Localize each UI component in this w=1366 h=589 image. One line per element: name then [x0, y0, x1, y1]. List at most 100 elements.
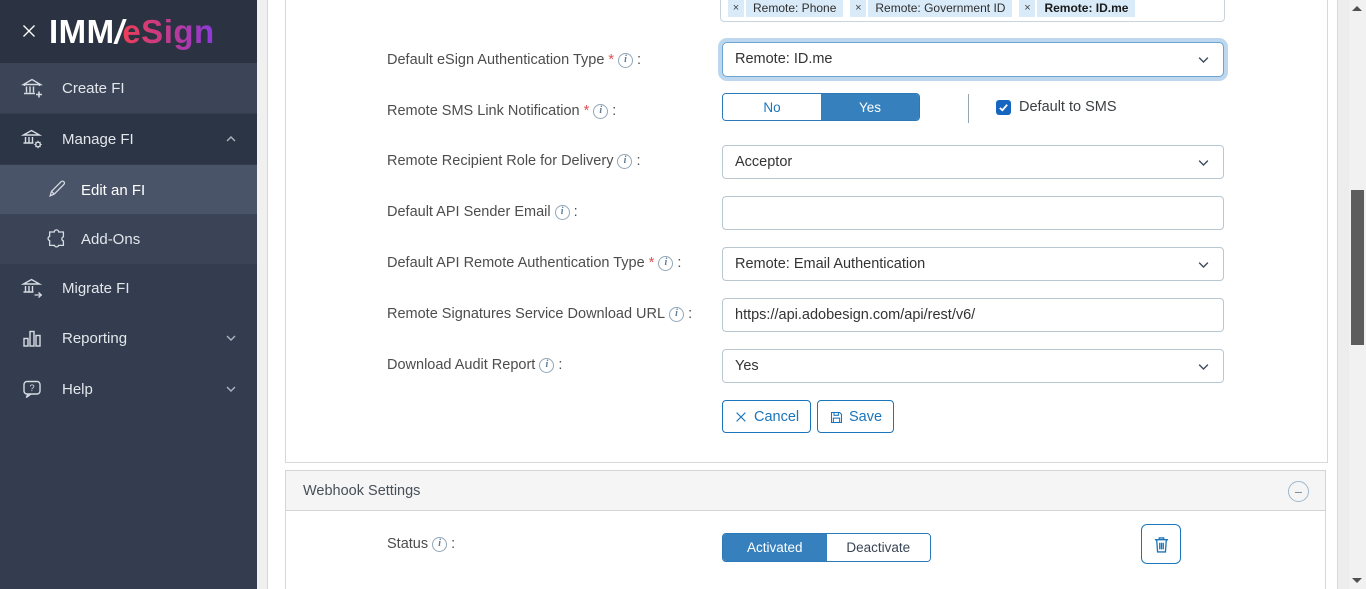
- chip-remove-icon[interactable]: ×: [1019, 0, 1035, 17]
- svg-text:?: ?: [29, 383, 34, 394]
- label-text: Download Audit Report: [387, 357, 535, 373]
- cancel-button[interactable]: Cancel: [722, 400, 811, 433]
- remote-recipient-role-select[interactable]: Acceptor: [722, 145, 1224, 179]
- info-icon[interactable]: i: [593, 104, 608, 119]
- info-icon[interactable]: i: [658, 256, 673, 271]
- sidebar-item-manage-fi[interactable]: Manage FI: [0, 114, 257, 164]
- sidebar-item-reporting[interactable]: Reporting: [0, 313, 257, 363]
- field-label-remote-sms-link-notification: Remote SMS Link Notification*i:: [387, 101, 616, 121]
- status-deactivate-button[interactable]: Deactivate: [827, 534, 931, 561]
- puzzle-icon: [46, 227, 70, 251]
- help-bubble-icon: ?: [20, 377, 44, 401]
- bar-chart-icon: [20, 326, 44, 350]
- download-audit-report-select[interactable]: Yes: [722, 349, 1224, 383]
- chevron-down-icon: [1196, 257, 1211, 272]
- sidebar-item-label: Add-Ons: [81, 231, 140, 248]
- select-value: Remote: ID.me: [735, 43, 833, 75]
- status-activated-button[interactable]: Activated: [723, 534, 827, 561]
- sidebar-header: IMM/eSign: [0, 0, 257, 63]
- page-scrollbar[interactable]: [1349, 0, 1366, 589]
- sidebar-item-create-fi[interactable]: Create FI: [0, 63, 257, 113]
- remote-signatures-download-url-field[interactable]: [723, 299, 1223, 331]
- default-to-sms-checkbox[interactable]: [996, 100, 1011, 115]
- bank-plus-icon: [20, 76, 44, 100]
- webhook-settings-title: Webhook Settings: [303, 471, 420, 510]
- bank-gear-icon: [20, 127, 44, 151]
- esign-auth-types-multiselect[interactable]: × Remote: Phone × Remote: Government ID …: [720, 0, 1225, 22]
- label-colon: :: [636, 153, 640, 169]
- sidebar-item-help[interactable]: ? Help: [0, 364, 257, 414]
- label-colon: :: [574, 204, 578, 220]
- chip-label: Remote: Phone: [746, 0, 843, 17]
- vertical-divider: [968, 94, 969, 123]
- scrollbar-down-arrow[interactable]: [1352, 578, 1362, 583]
- chevron-down-icon: [1196, 359, 1211, 374]
- label-text: Remote Recipient Role for Delivery: [387, 153, 613, 169]
- webhook-status-toggle: Activated Deactivate: [722, 533, 931, 562]
- chip-remote-idme: × Remote: ID.me: [1019, 0, 1135, 17]
- field-label-remote-signatures-download-url: Remote Signatures Service Download URLi:: [387, 304, 692, 324]
- bank-arrow-icon: [20, 276, 44, 300]
- info-icon[interactable]: i: [669, 307, 684, 322]
- info-icon[interactable]: i: [432, 537, 447, 552]
- remote-sms-no-button[interactable]: No: [723, 94, 821, 120]
- info-icon[interactable]: i: [617, 154, 632, 169]
- field-label-default-api-remote-auth-type: Default API Remote Authentication Type*i…: [387, 253, 681, 273]
- sidebar-item-migrate-fi[interactable]: Migrate FI: [0, 263, 257, 313]
- imm-esign-logo: IMM/eSign: [49, 10, 215, 53]
- info-icon[interactable]: i: [618, 53, 633, 68]
- pencil-icon: [46, 178, 70, 202]
- required-asterisk: *: [608, 52, 614, 68]
- chip-remove-icon[interactable]: ×: [728, 0, 744, 17]
- select-value: Yes: [735, 350, 759, 382]
- label-text: Default API Sender Email: [387, 204, 551, 220]
- chip-remove-icon[interactable]: ×: [850, 0, 866, 17]
- label-colon: :: [637, 52, 641, 68]
- select-value: Acceptor: [735, 146, 792, 178]
- label-colon: :: [677, 255, 681, 271]
- chip-label: Remote: ID.me: [1037, 0, 1135, 17]
- chevron-down-icon: [223, 330, 239, 346]
- default-api-sender-email-field-wrap: [722, 196, 1224, 230]
- button-label: Cancel: [754, 409, 799, 425]
- remote-signatures-download-url-field-wrap: [722, 298, 1224, 332]
- button-label: Save: [849, 409, 882, 425]
- floppy-disk-icon: [829, 410, 843, 424]
- default-esign-auth-type-select[interactable]: Remote: ID.me: [722, 42, 1224, 77]
- scrollbar-thumb[interactable]: [1351, 190, 1364, 345]
- scrollbar-up-arrow[interactable]: [1352, 6, 1362, 11]
- content-left-gutter: [257, 0, 268, 589]
- save-button[interactable]: Save: [817, 400, 894, 433]
- chevron-down-icon: [1196, 155, 1211, 170]
- sidebar-close-icon[interactable]: [17, 19, 41, 43]
- info-icon[interactable]: i: [555, 205, 570, 220]
- field-label-default-api-sender-email: Default API Sender Email i:: [387, 202, 578, 222]
- info-icon[interactable]: i: [539, 358, 554, 373]
- sidebar-item-label: Manage FI: [62, 131, 134, 148]
- chevron-down-icon: [1196, 52, 1211, 67]
- default-to-sms-label: Default to SMS: [1019, 99, 1117, 115]
- webhook-settings-header[interactable]: Webhook Settings −: [285, 470, 1326, 511]
- sidebar: IMM/eSign Create FI Manage FI Edit an FI: [0, 0, 257, 589]
- field-label-download-audit-report: Download Audit Report i:: [387, 355, 562, 375]
- sidebar-item-edit-an-fi[interactable]: Edit an FI: [0, 165, 257, 215]
- sidebar-item-add-ons[interactable]: Add-Ons: [0, 214, 257, 264]
- delete-webhook-button[interactable]: [1141, 524, 1181, 564]
- default-api-sender-email-field[interactable]: [723, 197, 1223, 229]
- sidebar-item-label: Create FI: [62, 80, 125, 97]
- label-colon: :: [688, 306, 692, 322]
- label-text: Default eSign Authentication Type: [387, 52, 604, 68]
- label-colon: :: [558, 357, 562, 373]
- logo-esign: eSign: [122, 13, 214, 50]
- app-window: IMM/eSign Create FI Manage FI Edit an FI: [0, 0, 1366, 589]
- remote-sms-yes-button[interactable]: Yes: [821, 94, 919, 120]
- label-colon: :: [612, 103, 616, 119]
- field-label-status: Statusi:: [387, 534, 455, 554]
- collapse-minus-icon[interactable]: −: [1288, 481, 1309, 502]
- label-text: Status: [387, 536, 428, 552]
- chevron-down-icon: [223, 381, 239, 397]
- sidebar-item-label: Reporting: [62, 330, 127, 347]
- default-api-remote-auth-type-select[interactable]: Remote: Email Authentication: [722, 247, 1224, 281]
- label-text: Remote SMS Link Notification: [387, 103, 580, 119]
- chevron-up-icon: [223, 131, 239, 147]
